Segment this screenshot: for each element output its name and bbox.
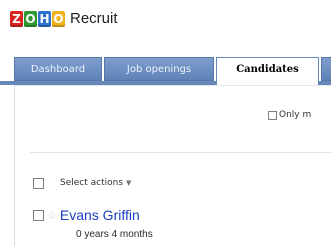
recruit-page: Z O H O Recruit Dashboard Job openings C… bbox=[0, 0, 331, 246]
chevron-down-icon: ▼ bbox=[126, 179, 132, 187]
select-actions-label: Select actions bbox=[60, 178, 124, 188]
zoho-logo-icon: Z O H O bbox=[10, 11, 66, 27]
main-tab-bar: Dashboard Job openings Candidates bbox=[0, 57, 331, 85]
logo-letter-o: O bbox=[24, 11, 37, 27]
candidate-name-link[interactable]: Evans Griffin bbox=[60, 207, 140, 223]
tab-job-openings[interactable]: Job openings bbox=[104, 57, 214, 81]
zoho-recruit-logo[interactable]: Z O H O Recruit bbox=[10, 9, 118, 29]
only-mine-checkbox[interactable] bbox=[268, 110, 277, 120]
tab-next-partial[interactable] bbox=[321, 57, 331, 81]
app-name: Recruit bbox=[70, 10, 118, 27]
logo-letter-z: Z bbox=[10, 11, 23, 27]
candidate-checkbox[interactable] bbox=[33, 209, 44, 221]
only-mine-filter[interactable]: Only m bbox=[268, 108, 311, 122]
select-all-checkbox[interactable] bbox=[33, 177, 44, 189]
candidate-experience: 0 years 4 months bbox=[76, 229, 153, 240]
divider bbox=[30, 152, 331, 153]
tab-candidates[interactable]: Candidates bbox=[216, 57, 319, 85]
only-mine-label: Only m bbox=[279, 110, 312, 120]
logo-letter-h: H bbox=[38, 11, 51, 27]
logo-letter-o: O bbox=[52, 11, 65, 27]
star-icon[interactable]: ☆ bbox=[47, 210, 57, 221]
list-item: ☆ Evans Griffin bbox=[33, 206, 140, 224]
list-actions-row: Select actions ▼ bbox=[33, 176, 131, 190]
tab-dashboard[interactable]: Dashboard bbox=[14, 57, 102, 81]
select-actions-dropdown[interactable]: Select actions ▼ bbox=[60, 178, 131, 188]
